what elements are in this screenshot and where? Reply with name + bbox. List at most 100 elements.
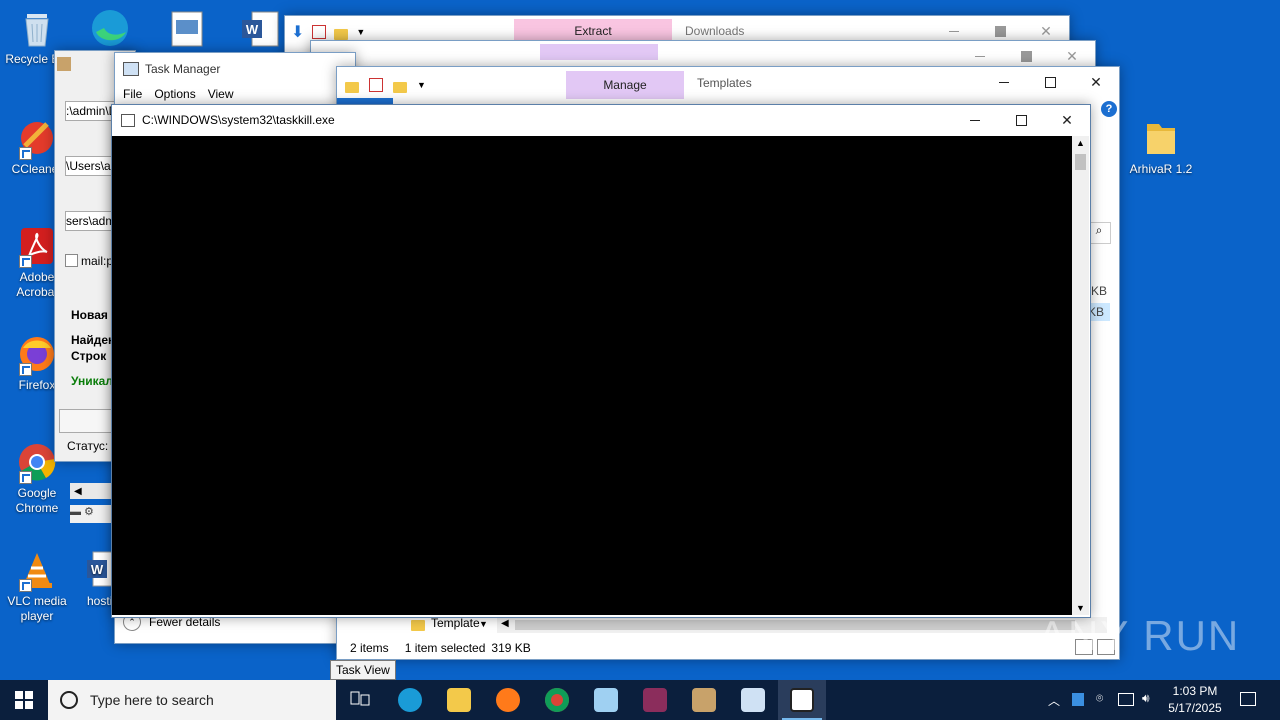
- taskbar-edge[interactable]: [386, 680, 434, 720]
- horizontal-scrollbar[interactable]: ◀: [497, 617, 1107, 633]
- desktop-icon-label: Firefox: [18, 378, 56, 392]
- taskbar-console[interactable]: [778, 680, 826, 720]
- ccleaner-icon: [17, 118, 57, 160]
- label-rows: Строк: [71, 349, 107, 363]
- shortcut-arrow-icon: [19, 471, 32, 484]
- menu-file[interactable]: File: [123, 87, 142, 101]
- console-window-taskkill[interactable]: C:\WINDOWS\system32\taskkill.exe ▲ ▼: [111, 104, 1091, 618]
- properties-icon[interactable]: [312, 25, 327, 39]
- window-title: Task Manager: [145, 62, 221, 76]
- svg-text:W: W: [246, 22, 259, 37]
- folder-icon: [411, 619, 425, 631]
- clock-date: 5/17/2025: [1168, 701, 1222, 715]
- volume-icon[interactable]: 🔊︎: [1142, 691, 1150, 706]
- desktop-icon-label: ArhivaR 1.2: [1129, 162, 1193, 176]
- edge-desktop-icon[interactable]: [86, 6, 134, 46]
- chevron-left-icon[interactable]: ◀: [501, 618, 509, 629]
- shortcut-arrow-icon: [19, 147, 32, 160]
- chevron-down-icon[interactable]: ▼: [356, 27, 365, 37]
- properties-icon[interactable]: [369, 78, 383, 92]
- size-cell-selected: KB: [1088, 303, 1110, 321]
- status-label: Статус:: [67, 439, 109, 453]
- close-button[interactable]: [1044, 105, 1090, 135]
- selected-size: 319 KB: [491, 641, 531, 655]
- window-title: C:\WINDOWS\system32\taskkill.exe: [142, 113, 335, 127]
- desktop-icon-arhivar-folder[interactable]: ArhivaR 1.2: [1124, 118, 1198, 177]
- maximize-button[interactable]: [998, 105, 1044, 135]
- label-unique: Уникал: [71, 374, 113, 388]
- task-view-tooltip: Task View: [330, 660, 396, 680]
- taskbar-notepad[interactable]: [582, 680, 630, 720]
- anyrun-watermark: ANY RUN: [1038, 612, 1241, 659]
- clock[interactable]: 1:03 PM 5/17/2025: [1162, 683, 1228, 717]
- taskbar-firefox[interactable]: [484, 680, 532, 720]
- console-output[interactable]: [112, 136, 1072, 615]
- folder-icon[interactable]: [345, 81, 359, 93]
- folder-icon: [1141, 118, 1181, 158]
- tray-app-icon[interactable]: [1072, 693, 1084, 706]
- tray-chevron-up-icon[interactable]: ︿: [1048, 692, 1060, 709]
- new-folder-icon[interactable]: [334, 28, 349, 40]
- chevron-up-icon[interactable]: ▲: [1076, 138, 1085, 148]
- desktop-icon-label: VLC media player: [7, 594, 67, 623]
- firefox-icon: [496, 688, 520, 712]
- search-placeholder: Type here to search: [90, 692, 214, 708]
- shortcut-arrow-icon: [19, 579, 32, 592]
- maximize-button[interactable]: [1027, 67, 1073, 97]
- tray-camera-icon[interactable]: ⌾: [1096, 691, 1103, 706]
- down-arrow-icon[interactable]: ⬇: [291, 22, 304, 42]
- taskbar-package[interactable]: [680, 680, 728, 720]
- chrome-icon: [17, 442, 57, 484]
- folder-icon: [447, 688, 471, 712]
- recycle-bin-icon: [17, 8, 57, 48]
- minimize-button[interactable]: [981, 67, 1027, 97]
- app-icon: [57, 57, 71, 71]
- menu-view[interactable]: View: [208, 87, 234, 101]
- desktop-icon-vlc[interactable]: VLC media player: [0, 550, 74, 624]
- console-icon: [790, 688, 814, 712]
- console-scrollbar[interactable]: ▲ ▼: [1072, 136, 1089, 615]
- menu-options[interactable]: Options: [154, 87, 195, 101]
- desktop-icon-label: Adobe Acrobat: [16, 270, 58, 299]
- quick-access-toolbar: ⬇ ▼: [291, 22, 365, 42]
- item-count: 2 items: [350, 641, 389, 655]
- notepad-icon: [594, 688, 618, 712]
- tab-manage-middle[interactable]: [540, 44, 658, 60]
- taskbar-file-explorer[interactable]: [435, 680, 483, 720]
- start-button[interactable]: [0, 680, 48, 720]
- word-desktop-icon[interactable]: W: [240, 8, 280, 48]
- nav-item-label: Template: [431, 616, 480, 630]
- scrollbar-thumb[interactable]: [515, 620, 1075, 630]
- package-icon: [692, 688, 716, 712]
- minimize-button[interactable]: [952, 105, 998, 135]
- status-bar: 2 items 1 item selected 319 KB: [337, 637, 1119, 659]
- notifications-icon[interactable]: [1240, 692, 1256, 706]
- shortcut-arrow-icon: [19, 363, 32, 376]
- firefox-icon: [17, 334, 57, 376]
- image-viewer-desktop-icon[interactable]: [168, 8, 206, 48]
- tab-manage[interactable]: Manage: [566, 71, 684, 99]
- taskbar-task-manager[interactable]: [729, 680, 777, 720]
- task-view-icon: [350, 691, 370, 706]
- new-folder-icon[interactable]: [393, 81, 407, 93]
- nav-scroll-down-icon[interactable]: ▼: [479, 619, 488, 629]
- left-scrollbar[interactable]: ◀: [70, 483, 114, 499]
- help-icon[interactable]: ?: [1101, 101, 1117, 117]
- search-icon: [60, 691, 78, 709]
- close-button[interactable]: [1073, 67, 1119, 97]
- search-box[interactable]: Type here to search: [48, 680, 336, 720]
- taskbar-winrar[interactable]: [631, 680, 679, 720]
- windows-logo-icon: [15, 691, 33, 709]
- svg-text:W: W: [91, 562, 104, 577]
- winrar-icon: [643, 688, 667, 712]
- label-new: Новая: [71, 308, 108, 322]
- chrome-icon: [545, 688, 569, 712]
- chevron-left-icon[interactable]: ◀: [70, 486, 82, 497]
- label-found: Найден: [71, 333, 116, 347]
- chevron-down-icon[interactable]: ▼: [417, 80, 426, 90]
- scrollbar-thumb[interactable]: [1075, 154, 1086, 170]
- network-icon[interactable]: [1118, 693, 1134, 706]
- task-view-button[interactable]: [336, 680, 384, 720]
- mail-checkbox[interactable]: [65, 254, 78, 267]
- taskbar-chrome[interactable]: [533, 680, 581, 720]
